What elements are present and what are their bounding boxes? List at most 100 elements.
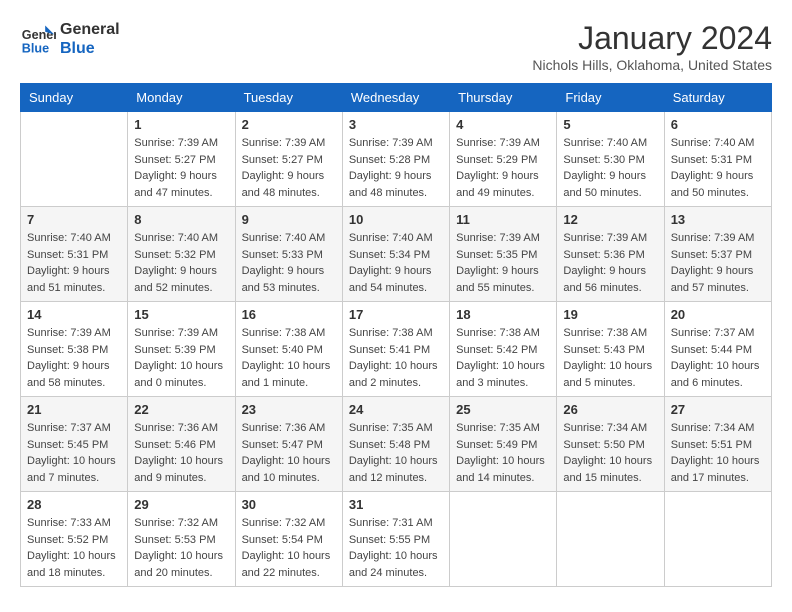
day-info: Sunrise: 7:39 AMSunset: 5:36 PMDaylight:… — [563, 230, 657, 296]
month-title: January 2024 — [532, 20, 772, 57]
day-number: 20 — [671, 307, 765, 322]
day-number: 5 — [563, 117, 657, 132]
day-number: 15 — [134, 307, 228, 322]
day-number: 17 — [349, 307, 443, 322]
calendar-cell: 8Sunrise: 7:40 AMSunset: 5:32 PMDaylight… — [128, 207, 235, 302]
calendar-cell: 15 Sunrise: 7:39 AMSunset: 5:39 PMDayligh… — [128, 302, 235, 397]
day-number: 23 — [242, 402, 336, 417]
calendar-cell: 7 Sunrise: 7:40 AMSunset: 5:31 PMDaylight… — [21, 207, 128, 302]
day-info: Sunrise: 7:35 AMSunset: 5:49 PMDaylight:… — [456, 420, 550, 486]
calendar-cell — [450, 492, 557, 587]
weekday-header-friday: Friday — [557, 84, 664, 112]
day-number: 8 — [134, 212, 228, 227]
day-number: 1 — [134, 117, 228, 132]
calendar-cell: 9Sunrise: 7:40 AMSunset: 5:33 PMDaylight… — [235, 207, 342, 302]
weekday-header-tuesday: Tuesday — [235, 84, 342, 112]
day-info: Sunrise: 7:39 AMSunset: 5:39 PMDaylight:… — [134, 325, 228, 391]
page-header: General Blue General Blue January 2024 N… — [20, 20, 772, 73]
calendar-cell: 26 Sunrise: 7:34 AMSunset: 5:50 PMDayligh… — [557, 397, 664, 492]
logo-text-general: General — [60, 20, 120, 39]
calendar-cell: 16 Sunrise: 7:38 AMSunset: 5:40 PMDayligh… — [235, 302, 342, 397]
day-info: Sunrise: 7:37 AMSunset: 5:45 PMDaylight:… — [27, 420, 121, 486]
calendar-cell: 14Sunrise: 7:39 AMSunset: 5:38 PMDayligh… — [21, 302, 128, 397]
calendar-week-row: 7 Sunrise: 7:40 AMSunset: 5:31 PMDaylight… — [21, 207, 772, 302]
day-info: Sunrise: 7:34 AMSunset: 5:50 PMDaylight:… — [563, 420, 657, 486]
weekday-header-saturday: Saturday — [664, 84, 771, 112]
weekday-header-sunday: Sunday — [21, 84, 128, 112]
day-info: Sunrise: 7:38 AMSunset: 5:43 PMDaylight:… — [563, 325, 657, 391]
calendar-cell: 28Sunrise: 7:33 AMSunset: 5:52 PMDayligh… — [21, 492, 128, 587]
calendar-cell: 2Sunrise: 7:39 AMSunset: 5:27 PMDaylight… — [235, 112, 342, 207]
calendar-cell — [664, 492, 771, 587]
day-number: 4 — [456, 117, 550, 132]
calendar-week-row: 14Sunrise: 7:39 AMSunset: 5:38 PMDayligh… — [21, 302, 772, 397]
weekday-header-thursday: Thursday — [450, 84, 557, 112]
day-info: Sunrise: 7:36 AMSunset: 5:46 PMDaylight:… — [134, 420, 228, 486]
calendar-cell: 1Sunrise: 7:39 AMSunset: 5:27 PMDaylight… — [128, 112, 235, 207]
calendar-cell: 31Sunrise: 7:31 AMSunset: 5:55 PMDayligh… — [342, 492, 449, 587]
weekday-header-monday: Monday — [128, 84, 235, 112]
day-number: 31 — [349, 497, 443, 512]
calendar-cell: 4 Sunrise: 7:39 AMSunset: 5:29 PMDaylight… — [450, 112, 557, 207]
calendar-cell — [21, 112, 128, 207]
day-number: 25 — [456, 402, 550, 417]
day-info: Sunrise: 7:32 AMSunset: 5:54 PMDaylight:… — [242, 515, 336, 581]
day-info: Sunrise: 7:38 AMSunset: 5:41 PMDaylight:… — [349, 325, 443, 391]
day-info: Sunrise: 7:39 AMSunset: 5:38 PMDaylight:… — [27, 325, 121, 391]
day-info: Sunrise: 7:40 AMSunset: 5:31 PMDaylight:… — [27, 230, 121, 296]
day-info: Sunrise: 7:35 AMSunset: 5:48 PMDaylight:… — [349, 420, 443, 486]
calendar-cell: 6 Sunrise: 7:40 AMSunset: 5:31 PMDaylight… — [664, 112, 771, 207]
day-info: Sunrise: 7:36 AMSunset: 5:47 PMDaylight:… — [242, 420, 336, 486]
day-info: Sunrise: 7:39 AMSunset: 5:35 PMDaylight:… — [456, 230, 550, 296]
logo-text-blue: Blue — [60, 39, 120, 58]
svg-text:Blue: Blue — [22, 42, 49, 56]
day-info: Sunrise: 7:40 AMSunset: 5:31 PMDaylight:… — [671, 135, 765, 201]
calendar-cell: 30Sunrise: 7:32 AMSunset: 5:54 PMDayligh… — [235, 492, 342, 587]
calendar-cell: 19 Sunrise: 7:38 AMSunset: 5:43 PMDayligh… — [557, 302, 664, 397]
day-info: Sunrise: 7:34 AMSunset: 5:51 PMDaylight:… — [671, 420, 765, 486]
day-number: 11 — [456, 212, 550, 227]
day-number: 19 — [563, 307, 657, 322]
logo-icon: General Blue — [20, 21, 56, 57]
calendar-cell: 25 Sunrise: 7:35 AMSunset: 5:49 PMDayligh… — [450, 397, 557, 492]
calendar-table: SundayMondayTuesdayWednesdayThursdayFrid… — [20, 83, 772, 587]
day-info: Sunrise: 7:39 AMSunset: 5:29 PMDaylight:… — [456, 135, 550, 201]
day-number: 7 — [27, 212, 121, 227]
weekday-header-wednesday: Wednesday — [342, 84, 449, 112]
calendar-cell — [557, 492, 664, 587]
calendar-cell: 24 Sunrise: 7:35 AMSunset: 5:48 PMDayligh… — [342, 397, 449, 492]
logo: General Blue General Blue — [20, 20, 120, 58]
day-number: 21 — [27, 402, 121, 417]
calendar-cell: 5Sunrise: 7:40 AMSunset: 5:30 PMDaylight… — [557, 112, 664, 207]
day-number: 2 — [242, 117, 336, 132]
day-number: 27 — [671, 402, 765, 417]
day-number: 28 — [27, 497, 121, 512]
day-number: 6 — [671, 117, 765, 132]
day-number: 22 — [134, 402, 228, 417]
calendar-cell: 12Sunrise: 7:39 AMSunset: 5:36 PMDayligh… — [557, 207, 664, 302]
day-number: 24 — [349, 402, 443, 417]
location: Nichols Hills, Oklahoma, United States — [532, 57, 772, 73]
day-number: 26 — [563, 402, 657, 417]
calendar-cell: 18Sunrise: 7:38 AMSunset: 5:42 PMDayligh… — [450, 302, 557, 397]
day-number: 16 — [242, 307, 336, 322]
calendar-cell: 29 Sunrise: 7:32 AMSunset: 5:53 PMDayligh… — [128, 492, 235, 587]
calendar-cell: 21 Sunrise: 7:37 AMSunset: 5:45 PMDayligh… — [21, 397, 128, 492]
calendar-week-row: 28Sunrise: 7:33 AMSunset: 5:52 PMDayligh… — [21, 492, 772, 587]
day-number: 29 — [134, 497, 228, 512]
calendar-cell: 27 Sunrise: 7:34 AMSunset: 5:51 PMDayligh… — [664, 397, 771, 492]
day-number: 9 — [242, 212, 336, 227]
day-number: 18 — [456, 307, 550, 322]
day-info: Sunrise: 7:39 AMSunset: 5:37 PMDaylight:… — [671, 230, 765, 296]
day-number: 3 — [349, 117, 443, 132]
calendar-week-row: 1Sunrise: 7:39 AMSunset: 5:27 PMDaylight… — [21, 112, 772, 207]
day-info: Sunrise: 7:32 AMSunset: 5:53 PMDaylight:… — [134, 515, 228, 581]
day-number: 10 — [349, 212, 443, 227]
day-info: Sunrise: 7:38 AMSunset: 5:40 PMDaylight:… — [242, 325, 336, 391]
calendar-cell: 10Sunrise: 7:40 AMSunset: 5:34 PMDayligh… — [342, 207, 449, 302]
calendar-cell: 22 Sunrise: 7:36 AMSunset: 5:46 PMDayligh… — [128, 397, 235, 492]
calendar-cell: 11 Sunrise: 7:39 AMSunset: 5:35 PMDayligh… — [450, 207, 557, 302]
weekday-header-row: SundayMondayTuesdayWednesdayThursdayFrid… — [21, 84, 772, 112]
day-info: Sunrise: 7:37 AMSunset: 5:44 PMDaylight:… — [671, 325, 765, 391]
calendar-cell: 23 Sunrise: 7:36 AMSunset: 5:47 PMDayligh… — [235, 397, 342, 492]
